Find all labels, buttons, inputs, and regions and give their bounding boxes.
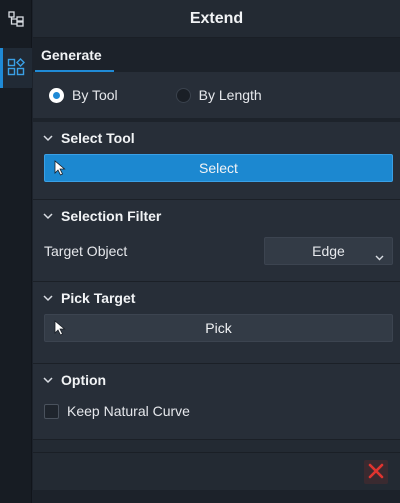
close-button[interactable] — [364, 460, 388, 484]
left-rail — [0, 0, 32, 503]
close-x-icon — [368, 463, 384, 482]
target-object-label: Target Object — [44, 243, 128, 259]
radio-by-tool[interactable]: By Tool — [49, 87, 118, 103]
pointer-icon — [54, 160, 66, 179]
target-object-row: Target Object Edge — [44, 232, 393, 270]
selection-filter-header[interactable]: Selection Filter — [33, 200, 400, 232]
option-section: Option Keep Natural Curve — [33, 364, 400, 440]
chevron-down-icon — [43, 293, 53, 303]
panel-footer — [33, 452, 400, 490]
select-tool-header[interactable]: Select Tool — [33, 122, 400, 154]
pick-target-header[interactable]: Pick Target — [33, 282, 400, 314]
chevron-down-icon — [375, 248, 384, 264]
select-tool-section: Select Tool Select — [33, 122, 400, 200]
rail-widget-button[interactable] — [0, 48, 32, 88]
keep-natural-curve-label: Keep Natural Curve — [67, 403, 190, 419]
extend-panel: Extend Generate By Tool By Length Select… — [33, 0, 400, 503]
chevron-down-icon — [43, 375, 53, 385]
radio-by-length-label: By Length — [198, 87, 262, 103]
radio-by-length[interactable]: By Length — [175, 87, 262, 103]
chevron-down-icon — [43, 211, 53, 221]
radio-by-tool-label: By Tool — [72, 87, 118, 103]
radio-unselected-icon — [175, 87, 191, 103]
checkbox-box — [44, 403, 59, 419]
keep-natural-curve-checkbox[interactable]: Keep Natural Curve — [44, 396, 393, 426]
tab-bar: Generate — [33, 38, 400, 72]
bottom-strip — [33, 490, 400, 503]
rail-tree-button[interactable] — [0, 0, 32, 40]
select-tool-body: Select — [33, 154, 400, 192]
pick-button[interactable]: Pick — [44, 314, 393, 342]
selection-filter-section: Selection Filter Target Object Edge — [33, 200, 400, 282]
pick-target-body: Pick — [33, 314, 400, 352]
pick-target-section: Pick Target Pick — [33, 282, 400, 364]
mode-radio-group: By Tool By Length — [33, 72, 400, 122]
chevron-down-icon — [43, 133, 53, 143]
option-title: Option — [61, 372, 107, 388]
select-button-label: Select — [199, 160, 238, 176]
option-header[interactable]: Option — [33, 364, 400, 396]
target-object-value: Edge — [312, 243, 345, 259]
target-object-dropdown[interactable]: Edge — [264, 237, 393, 265]
tree-structure-icon — [8, 10, 24, 30]
option-body: Keep Natural Curve — [33, 396, 400, 436]
select-tool-title: Select Tool — [61, 130, 135, 146]
select-button[interactable]: Select — [44, 154, 393, 182]
radio-selected-icon — [49, 87, 64, 103]
pointer-icon — [54, 320, 66, 339]
tab-generate[interactable]: Generate — [33, 38, 114, 72]
panel-title: Extend — [33, 0, 400, 38]
pick-target-title: Pick Target — [61, 290, 136, 306]
selection-filter-body: Target Object Edge — [33, 232, 400, 280]
pick-button-label: Pick — [205, 320, 232, 336]
widget-grid-icon — [7, 57, 25, 79]
selection-filter-title: Selection Filter — [61, 208, 162, 224]
